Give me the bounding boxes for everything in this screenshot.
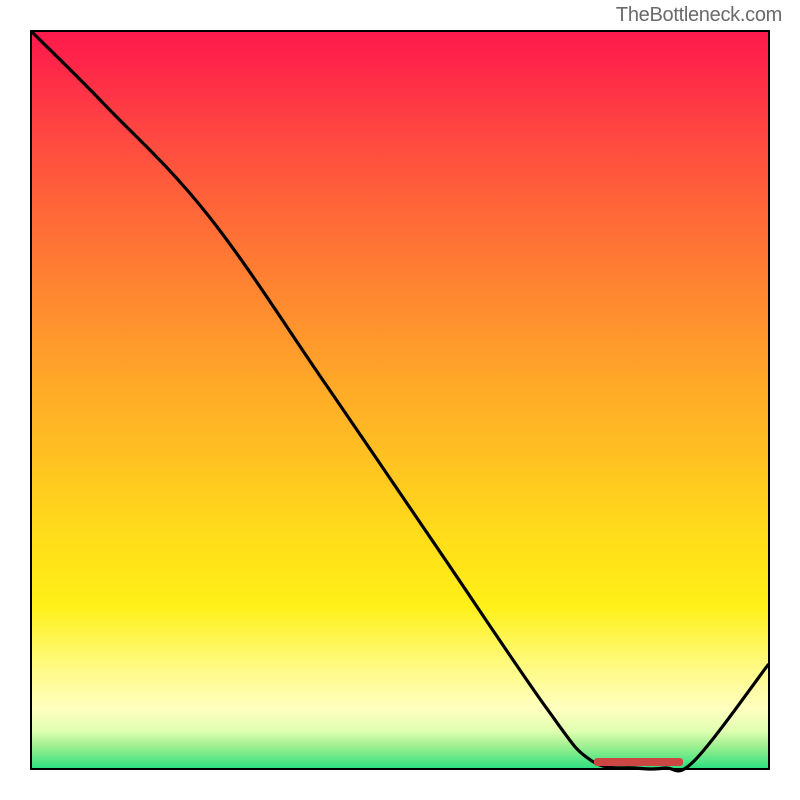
- chart-plot-area: [30, 30, 770, 770]
- chart-line: [32, 32, 768, 768]
- watermark-text: TheBottleneck.com: [616, 4, 782, 27]
- chart-highlight-marker: [594, 758, 683, 766]
